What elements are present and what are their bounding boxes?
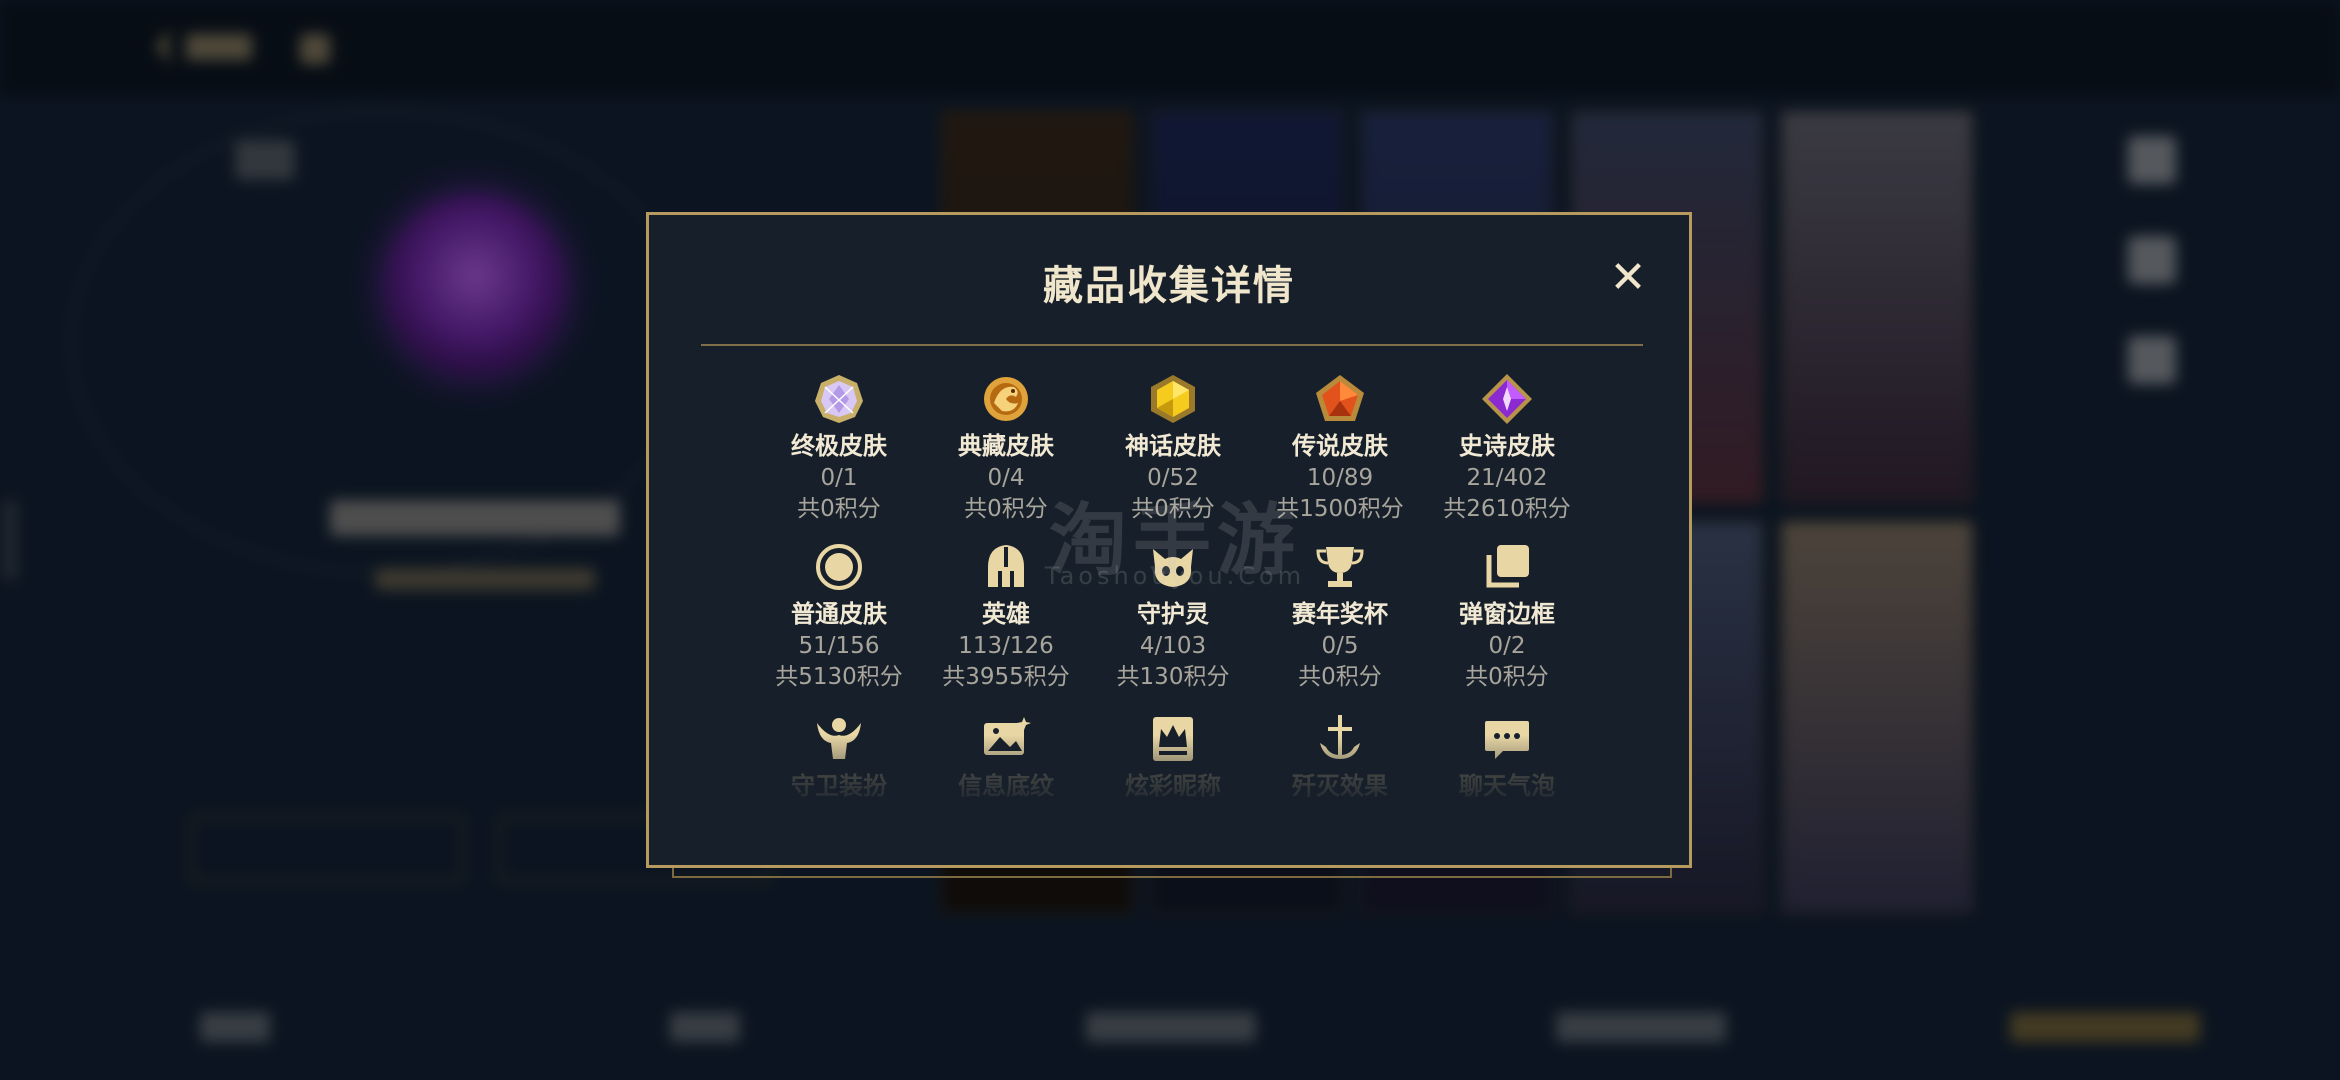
item-count: 4/103 bbox=[1139, 633, 1207, 659]
legendary-skin-gem-icon bbox=[1314, 373, 1366, 425]
item-count: 0/5 bbox=[1321, 633, 1359, 659]
item-label: 炫彩昵称 bbox=[1125, 772, 1221, 800]
skin-card-6[interactable] bbox=[1780, 110, 1974, 504]
collection-item-guardian-spirit[interactable]: 守护灵 4/103 共130积分 bbox=[1089, 541, 1257, 693]
item-label: 终极皮肤 bbox=[791, 432, 887, 460]
collection-item-collector-skin[interactable]: 典藏皮肤 0/4 共0积分 bbox=[922, 373, 1090, 525]
info-background-icon bbox=[980, 713, 1032, 765]
player-name-blurred bbox=[330, 500, 620, 536]
collection-item-chat-bubble[interactable]: 聊天气泡 bbox=[1423, 713, 1591, 801]
item-label: 普通皮肤 bbox=[791, 600, 887, 628]
rank-tag bbox=[235, 140, 295, 180]
item-points: 共0积分 bbox=[1131, 496, 1215, 522]
side-filter-icon-3[interactable] bbox=[2128, 336, 2176, 384]
collection-item-guardian-outfit[interactable]: 守卫装扮 bbox=[755, 713, 923, 801]
item-label: 守卫装扮 bbox=[791, 772, 887, 800]
item-count: 10/89 bbox=[1306, 465, 1374, 491]
item-points: 共0积分 bbox=[964, 496, 1048, 522]
collection-item-info-background[interactable]: 信息底纹 bbox=[922, 713, 1090, 801]
back-chevron-icon bbox=[156, 28, 172, 65]
top-bar bbox=[0, 0, 2340, 96]
collection-item-legendary-skin[interactable]: 传说皮肤 10/89 共1500积分 bbox=[1256, 373, 1424, 525]
item-label: 史诗皮肤 bbox=[1459, 432, 1555, 460]
elimination-effect-anchor-icon bbox=[1314, 713, 1366, 765]
side-filter-icon-1[interactable] bbox=[2128, 136, 2176, 184]
collection-item-hero[interactable]: 英雄 113/126 共3955积分 bbox=[922, 541, 1090, 693]
dialog-title: 藏品收集详情 bbox=[1043, 263, 1295, 309]
skin-card-7[interactable] bbox=[1780, 520, 1974, 914]
item-count: 0/2 bbox=[1488, 633, 1526, 659]
item-points: 共5130积分 bbox=[775, 664, 903, 690]
player-subtitle-blurred bbox=[375, 568, 595, 590]
home-icon[interactable] bbox=[300, 34, 330, 64]
collection-item-popup-frame[interactable]: 弹窗边框 0/2 共0积分 bbox=[1423, 541, 1591, 693]
item-points: 共130积分 bbox=[1116, 664, 1230, 690]
collection-item-ultimate-skin[interactable]: 终极皮肤 0/1 共0积分 bbox=[755, 373, 923, 525]
collection-details-dialog: 藏品收集详情 ✕ 终极皮肤 0/1 共0积分 典藏皮肤 0/4 共0积分 神话皮… bbox=[646, 212, 1692, 868]
guardian-outfit-icon bbox=[813, 713, 865, 765]
player-id-vertical bbox=[2, 500, 18, 580]
item-points: 共2610积分 bbox=[1443, 496, 1571, 522]
collection-item-normal-skin[interactable]: 普通皮肤 51/156 共5130积分 bbox=[755, 541, 923, 693]
item-count: 113/126 bbox=[958, 633, 1054, 659]
item-label: 守护灵 bbox=[1137, 600, 1209, 628]
collection-item-elimination-effect[interactable]: 歼灭效果 bbox=[1256, 713, 1424, 801]
item-label: 典藏皮肤 bbox=[958, 432, 1054, 460]
item-points: 共0积分 bbox=[1465, 664, 1549, 690]
season-trophy-icon bbox=[1314, 541, 1366, 593]
item-label: 歼灭效果 bbox=[1292, 772, 1388, 800]
side-filter-icon-2[interactable] bbox=[2128, 236, 2176, 284]
chat-bubble-icon bbox=[1481, 713, 1533, 765]
item-label: 赛年奖杯 bbox=[1292, 600, 1388, 628]
back-label-placeholder bbox=[186, 33, 252, 60]
item-points: 共0积分 bbox=[1298, 664, 1382, 690]
guardian-spirit-icon bbox=[1147, 541, 1199, 593]
item-count: 51/156 bbox=[798, 633, 880, 659]
left-panel-card-1[interactable] bbox=[190, 816, 464, 882]
collection-item-colorful-nickname[interactable]: 炫彩昵称 bbox=[1089, 713, 1257, 801]
hero-helmet-icon bbox=[980, 541, 1032, 593]
item-points: 共1500积分 bbox=[1276, 496, 1404, 522]
item-count: 0/1 bbox=[820, 465, 858, 491]
collection-item-mythic-skin[interactable]: 神话皮肤 0/52 共0积分 bbox=[1089, 373, 1257, 525]
item-points: 共3955积分 bbox=[942, 664, 1070, 690]
item-label: 信息底纹 bbox=[958, 772, 1054, 800]
item-label: 传说皮肤 bbox=[1292, 432, 1388, 460]
item-label: 英雄 bbox=[982, 600, 1030, 628]
dialog-bottom-edge bbox=[672, 868, 1672, 878]
collection-item-epic-skin[interactable]: 史诗皮肤 21/402 共2610积分 bbox=[1423, 373, 1591, 525]
player-avatar-orb[interactable] bbox=[385, 195, 565, 375]
item-count: 0/4 bbox=[987, 465, 1025, 491]
collector-skin-dragon-icon bbox=[980, 373, 1032, 425]
bottom-tab-1[interactable] bbox=[200, 1012, 270, 1042]
epic-skin-gem-icon bbox=[1481, 373, 1533, 425]
colorful-nickname-crown-icon bbox=[1147, 713, 1199, 765]
ultimate-skin-gem-icon bbox=[813, 373, 865, 425]
mythic-skin-gem-icon bbox=[1147, 373, 1199, 425]
bottom-tab-3[interactable] bbox=[1086, 1012, 1256, 1042]
bottom-tab-4[interactable] bbox=[1556, 1012, 1726, 1042]
item-count: 0/52 bbox=[1147, 465, 1199, 491]
collection-item-season-trophy[interactable]: 赛年奖杯 0/5 共0积分 bbox=[1256, 541, 1424, 693]
item-label: 弹窗边框 bbox=[1459, 600, 1555, 628]
bottom-tab-5[interactable] bbox=[2010, 1012, 2200, 1042]
item-label: 聊天气泡 bbox=[1459, 772, 1555, 800]
close-icon: ✕ bbox=[1609, 252, 1647, 303]
popup-frame-icon bbox=[1481, 541, 1533, 593]
item-label: 神话皮肤 bbox=[1125, 432, 1221, 460]
back-button[interactable] bbox=[150, 28, 270, 72]
close-button[interactable]: ✕ bbox=[1605, 255, 1651, 301]
item-count: 21/402 bbox=[1466, 465, 1548, 491]
normal-skin-ring-icon bbox=[813, 541, 865, 593]
title-divider bbox=[701, 344, 1643, 346]
item-points: 共0积分 bbox=[797, 496, 881, 522]
bottom-tab-2[interactable] bbox=[670, 1012, 740, 1042]
